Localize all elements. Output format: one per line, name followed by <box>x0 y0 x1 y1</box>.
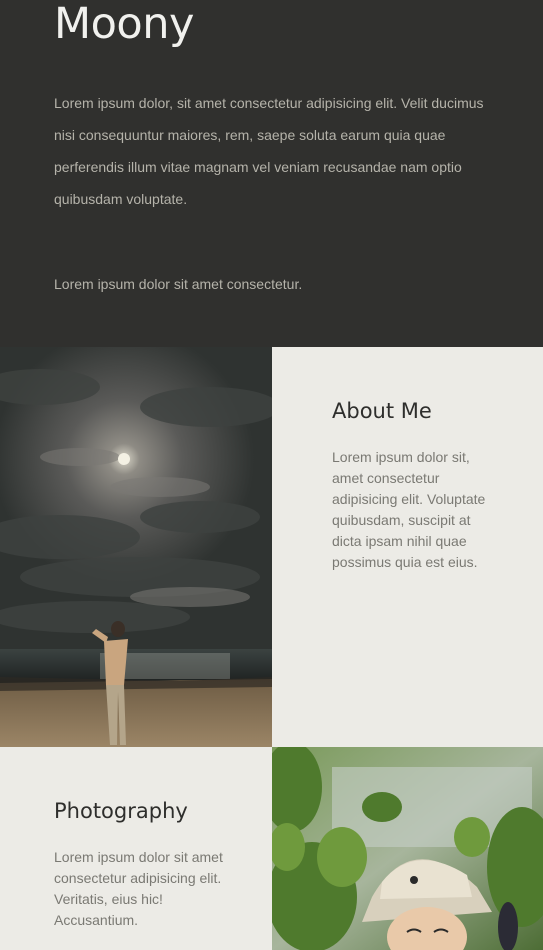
about-me-section: About Me Lorem ipsum dolor sit, amet con… <box>272 347 543 747</box>
photography-text: Lorem ipsum dolor sit amet consectetur a… <box>54 849 223 928</box>
moon-night-photo <box>0 347 272 747</box>
photography-section: Photography Lorem ipsum dolor sit amet c… <box>0 747 272 950</box>
hero-intro-text: Lorem ipsum dolor, sit amet consectetur … <box>54 95 484 207</box>
photography-heading: Photography <box>54 799 188 823</box>
about-me-heading: About Me <box>332 399 432 423</box>
hero-section: Moony Lorem ipsum dolor, sit amet consec… <box>0 0 543 347</box>
garden-portrait-photo <box>272 747 543 950</box>
hero-title: Moony <box>54 0 194 49</box>
about-me-text: Lorem ipsum dolor sit, amet consectetur … <box>332 449 486 570</box>
hero-note-text: Lorem ipsum dolor sit amet consectetur. <box>54 276 303 292</box>
